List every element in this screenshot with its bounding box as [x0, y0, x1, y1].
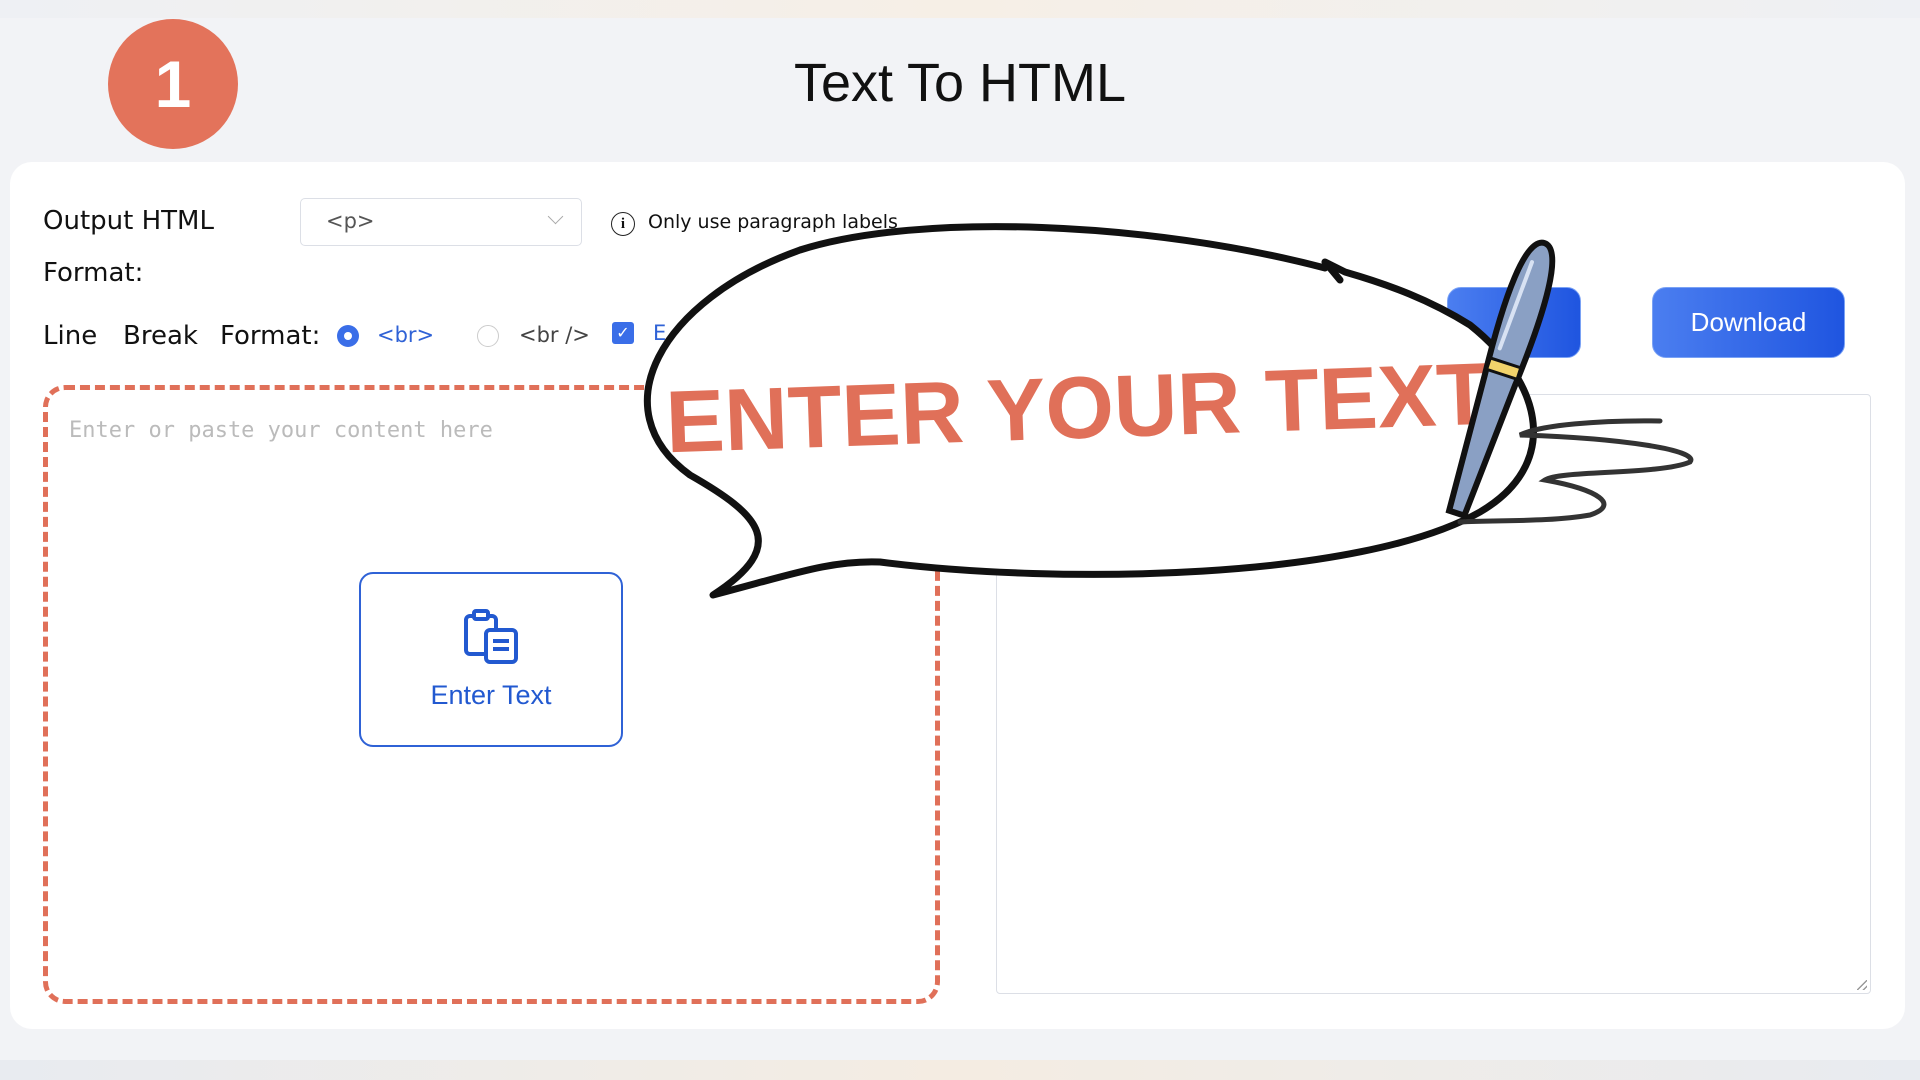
callout-overlay: ENTER YOUR TEXT: [644, 223, 1694, 599]
